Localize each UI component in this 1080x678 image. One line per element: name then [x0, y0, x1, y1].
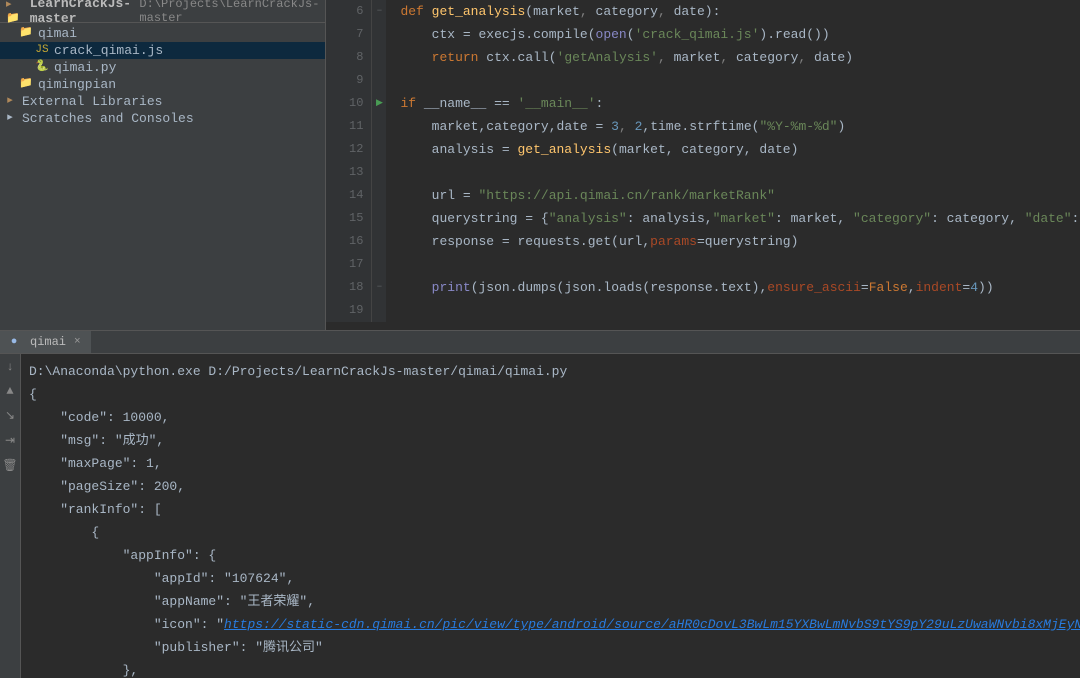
code-line[interactable]: 13 [326, 161, 1080, 184]
fold-gutter[interactable] [372, 46, 386, 69]
fold-gutter[interactable] [372, 184, 386, 207]
code-text: return ctx.call('getAnalysis', market, c… [386, 46, 853, 69]
tree-scratches[interactable]: ▸ Scratches and Consoles [0, 110, 325, 127]
line-number: 12 [326, 138, 372, 161]
code-text: response = requests.get(url,params=query… [386, 230, 798, 253]
code-line[interactable]: 9 [326, 69, 1080, 92]
run-command: D:\Anaconda\python.exe D:/Projects/Learn… [29, 364, 567, 379]
code-text [386, 253, 400, 276]
code-text: def get_analysis(market, category, date)… [386, 0, 720, 23]
code-text: print(json.dumps(json.loads(response.tex… [386, 276, 993, 299]
soft-wrap-icon[interactable]: ↘ [5, 408, 15, 423]
code-text: if __name__ == '__main__': [386, 92, 603, 115]
fold-gutter[interactable]: ▶ [372, 92, 386, 115]
close-icon[interactable]: × [74, 336, 81, 348]
line-number: 19 [326, 299, 372, 322]
line-number: 8 [326, 46, 372, 69]
code-line[interactable]: 18− print(json.dumps(json.loads(response… [326, 276, 1080, 299]
fold-gutter[interactable] [372, 115, 386, 138]
library-icon: ▸ [2, 94, 18, 110]
fold-gutter[interactable]: − [372, 276, 386, 299]
folder-icon: ▸📁 [6, 3, 20, 19]
run-gutter: ↓ ▲ ↘ ⇥ 🗑 [0, 354, 21, 678]
print-icon[interactable]: ⇥ [5, 433, 15, 448]
code-text [386, 69, 400, 92]
fold-gutter[interactable] [372, 138, 386, 161]
folder-icon: 📁 [18, 26, 34, 42]
tree-external-libraries[interactable]: ▸ External Libraries [0, 93, 325, 110]
run-console: ● qimai × ↓ ▲ ↘ ⇥ 🗑 D:\Anaconda\python.e… [0, 330, 1080, 678]
code-line[interactable]: 6−def get_analysis(market, category, dat… [326, 0, 1080, 23]
breadcrumb: ▸📁 LearnCrackJs-master D:\Projects\Learn… [0, 0, 325, 23]
tree-file-qimai-py[interactable]: 🐍 qimai.py [0, 59, 325, 76]
breadcrumb-path: D:\Projects\LearnCrackJs-master [139, 0, 319, 25]
run-tab-qimai[interactable]: ● qimai × [0, 331, 91, 353]
line-number: 6 [326, 0, 372, 23]
fold-gutter[interactable] [372, 230, 386, 253]
code-line[interactable]: 7 ctx = execjs.compile(open('crack_qimai… [326, 23, 1080, 46]
tree-label: qimai [38, 25, 77, 42]
line-number: 16 [326, 230, 372, 253]
run-gutter-icon[interactable]: ▶ [376, 92, 383, 115]
fold-gutter[interactable] [372, 69, 386, 92]
line-number: 14 [326, 184, 372, 207]
code-text: ctx = execjs.compile(open('crack_qimai.j… [386, 23, 829, 46]
code-text: querystring = {"analysis": analysis,"mar… [386, 207, 1080, 230]
tree-file-crack-qimai-js[interactable]: JS crack_qimai.js [0, 42, 325, 59]
code-line[interactable]: 19 [326, 299, 1080, 322]
code-line[interactable]: 16 response = requests.get(url,params=qu… [326, 230, 1080, 253]
line-number: 10 [326, 92, 372, 115]
tree-label: qimai.py [54, 59, 116, 76]
console-output[interactable]: D:\Anaconda\python.exe D:/Projects/Learn… [21, 354, 1080, 678]
fold-gutter[interactable]: − [372, 0, 386, 23]
fold-gutter[interactable] [372, 161, 386, 184]
code-line[interactable]: 10▶if __name__ == '__main__': [326, 92, 1080, 115]
fold-gutter[interactable] [372, 299, 386, 322]
line-number: 7 [326, 23, 372, 46]
tree-label: Scratches and Consoles [22, 110, 194, 127]
project-tree: 📁 qimai JS crack_qimai.js 🐍 qimai.py 📁 q… [0, 23, 325, 330]
tree-label: qimingpian [38, 76, 116, 93]
js-icon: JS [34, 43, 50, 59]
code-line[interactable]: 12 analysis = get_analysis(market, categ… [326, 138, 1080, 161]
code-text: market,category,date = 3, 2,time.strftim… [386, 115, 845, 138]
code-text: url = "https://api.qimai.cn/rank/marketR… [386, 184, 775, 207]
project-panel: ▸📁 LearnCrackJs-master D:\Projects\Learn… [0, 0, 326, 330]
line-number: 15 [326, 207, 372, 230]
scratch-icon: ▸ [2, 111, 18, 127]
line-number: 9 [326, 69, 372, 92]
icon-url-link[interactable]: https://static-cdn.qimai.cn/pic/view/typ… [224, 617, 1080, 632]
code-line[interactable]: 17 [326, 253, 1080, 276]
code-text [386, 299, 400, 322]
code-line[interactable]: 15 querystring = {"analysis": analysis,"… [326, 207, 1080, 230]
line-number: 11 [326, 115, 372, 138]
scroll-down-icon[interactable]: ↓ [6, 360, 13, 374]
code-text: analysis = get_analysis(market, category… [386, 138, 798, 161]
tree-folder-qimai[interactable]: 📁 qimai [0, 25, 325, 42]
code-text [386, 161, 400, 184]
tree-label: External Libraries [22, 93, 162, 110]
python-icon: 🐍 [34, 60, 50, 76]
code-line[interactable]: 8 return ctx.call('getAnalysis', market,… [326, 46, 1080, 69]
tree-label: crack_qimai.js [54, 42, 163, 59]
clear-icon[interactable]: 🗑 [2, 458, 17, 473]
tree-folder-qimingpian[interactable]: 📁 qimingpian [0, 76, 325, 93]
code-line[interactable]: 14 url = "https://api.qimai.cn/rank/mark… [326, 184, 1080, 207]
folder-icon: 📁 [18, 77, 34, 93]
fold-gutter[interactable] [372, 207, 386, 230]
line-number: 17 [326, 253, 372, 276]
fold-gutter[interactable] [372, 253, 386, 276]
scroll-up-icon[interactable]: ▲ [6, 384, 13, 398]
line-number: 13 [326, 161, 372, 184]
code-line[interactable]: 11 market,category,date = 3, 2,time.strf… [326, 115, 1080, 138]
fold-gutter[interactable] [372, 23, 386, 46]
run-tab-label: qimai [30, 335, 66, 349]
run-tabs-bar: ● qimai × [0, 330, 1080, 354]
line-number: 18 [326, 276, 372, 299]
python-icon: ● [6, 334, 22, 350]
code-editor[interactable]: 6−def get_analysis(market, category, dat… [326, 0, 1080, 330]
